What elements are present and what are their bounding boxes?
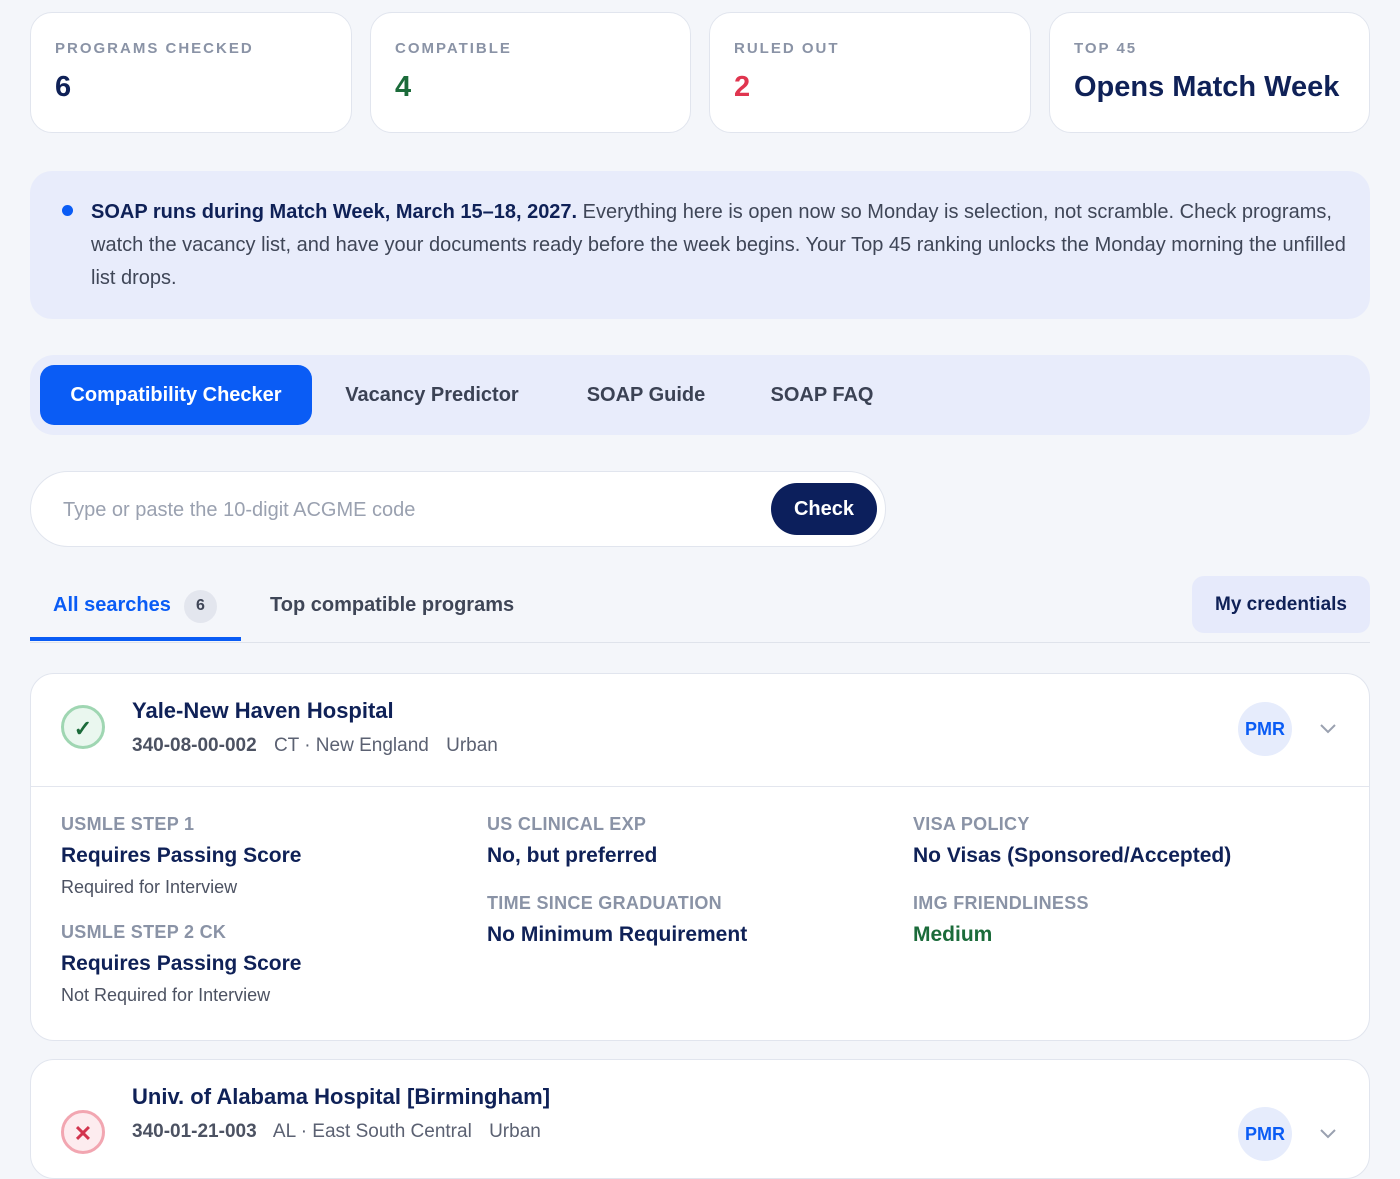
- stat-label: TOP 45: [1074, 40, 1138, 57]
- check-button[interactable]: Check: [771, 483, 877, 535]
- stat-value: 4: [395, 71, 412, 103]
- program-name: Univ. of Alabama Hospital [Birmingham]: [132, 1084, 551, 1109]
- program-setting: Urban: [489, 1121, 541, 1142]
- stat-label: PROGRAMS CHECKED: [55, 40, 254, 57]
- program-code: 340-08-00-002: [132, 735, 257, 756]
- chevron-down-icon[interactable]: [1318, 1123, 1338, 1143]
- field-label: US CLINICAL EXP: [487, 814, 647, 834]
- notice-text: SOAP runs during Match Week, March 15–18…: [91, 196, 1351, 295]
- field-value: Medium: [913, 923, 993, 946]
- stat-label: COMPATIBLE: [395, 40, 512, 57]
- soap-notice-banner: SOAP runs during Match Week, March 15–18…: [30, 171, 1370, 319]
- field-img-friendliness: IMG FRIENDLINESS Medium: [913, 893, 1089, 947]
- stat-card-compatible: COMPATIBLE 4: [370, 12, 691, 133]
- chevron-down-icon[interactable]: [1318, 718, 1338, 738]
- program-meta: 340-08-00-002 CT · New England Urban: [132, 735, 498, 757]
- program-card[interactable]: ✕ Univ. of Alabama Hospital [Birmingham]…: [30, 1059, 1370, 1179]
- acgme-code-input[interactable]: [61, 490, 765, 530]
- field-label: VISA POLICY: [913, 814, 1030, 834]
- field-value: Requires Passing Score: [61, 844, 302, 867]
- active-tab-underline: [30, 637, 241, 641]
- field-usmle-step1: USMLE STEP 1 Requires Passing Score Requ…: [61, 814, 301, 898]
- subtab-label: All searches: [53, 594, 171, 616]
- field-us-clinical-exp: US CLINICAL EXP No, but preferred: [487, 814, 657, 868]
- field-value: No, but preferred: [487, 844, 658, 867]
- bullet-dot-icon: [62, 205, 73, 216]
- field-label: IMG FRIENDLINESS: [913, 893, 1089, 913]
- notice-bold: SOAP runs during Match Week, March 15–18…: [91, 201, 578, 223]
- program-code: 340-01-21-003: [132, 1121, 257, 1142]
- stat-label: RULED OUT: [734, 40, 840, 57]
- stat-value: Opens Match Week: [1074, 71, 1340, 103]
- main-tabs: Compatibility Checker Vacancy Predictor …: [30, 355, 1370, 435]
- field-value: Requires Passing Score: [61, 952, 302, 975]
- acgme-search-bar: Check: [30, 471, 886, 547]
- results-subtabs: All searches 6 Top compatible programs M…: [30, 576, 1370, 643]
- tab-soap-faq[interactable]: SOAP FAQ: [757, 365, 887, 425]
- field-value: No Visas (Sponsored/Accepted): [913, 844, 1232, 867]
- program-setting: Urban: [446, 735, 498, 756]
- program-name: Yale-New Haven Hospital: [132, 698, 394, 723]
- tab-soap-guide[interactable]: SOAP Guide: [570, 365, 722, 425]
- stat-value: 6: [55, 71, 72, 103]
- field-label: USMLE STEP 1: [61, 814, 195, 834]
- field-label: USMLE STEP 2 CK: [61, 922, 227, 942]
- tab-compatibility-checker[interactable]: Compatibility Checker: [40, 365, 312, 425]
- field-label: TIME SINCE GRADUATION: [487, 893, 722, 913]
- stat-card-top-45: TOP 45 Opens Match Week: [1049, 12, 1370, 133]
- stat-card-ruled-out: RULED OUT 2: [709, 12, 1031, 133]
- stats-row: PROGRAMS CHECKED 6 COMPATIBLE 4 RULED OU…: [30, 12, 1370, 135]
- stat-card-programs-checked: PROGRAMS CHECKED 6: [30, 12, 352, 133]
- tab-vacancy-predictor[interactable]: Vacancy Predictor: [332, 365, 532, 425]
- specialty-badge: PMR: [1238, 1107, 1292, 1161]
- field-usmle-step2: USMLE STEP 2 CK Requires Passing Score N…: [61, 922, 301, 1006]
- field-visa-policy: VISA POLICY No Visas (Sponsored/Accepted…: [913, 814, 1231, 868]
- program-card[interactable]: ✓ Yale-New Haven Hospital 340-08-00-002 …: [30, 673, 1370, 1041]
- compatible-check-icon: ✓: [61, 705, 105, 749]
- program-meta: 340-01-21-003 AL · East South Central Ur…: [132, 1121, 541, 1143]
- specialty-badge: PMR: [1238, 702, 1292, 756]
- field-time-since-graduation: TIME SINCE GRADUATION No Minimum Require…: [487, 893, 747, 947]
- card-divider: [31, 786, 1369, 787]
- subtab-top-compatible[interactable]: Top compatible programs: [270, 594, 514, 617]
- searches-count-badge: 6: [184, 590, 217, 623]
- field-note: Not Required for Interview: [61, 985, 271, 1005]
- field-note: Required for Interview: [61, 877, 238, 897]
- program-region: CT · New England: [273, 735, 429, 756]
- program-region: AL · East South Central: [272, 1121, 472, 1142]
- ruled-out-x-icon: ✕: [61, 1110, 105, 1154]
- subtab-all-searches[interactable]: All searches: [53, 594, 171, 617]
- stat-value: 2: [734, 71, 751, 103]
- my-credentials-button[interactable]: My credentials: [1192, 576, 1370, 633]
- field-value: No Minimum Requirement: [487, 923, 748, 946]
